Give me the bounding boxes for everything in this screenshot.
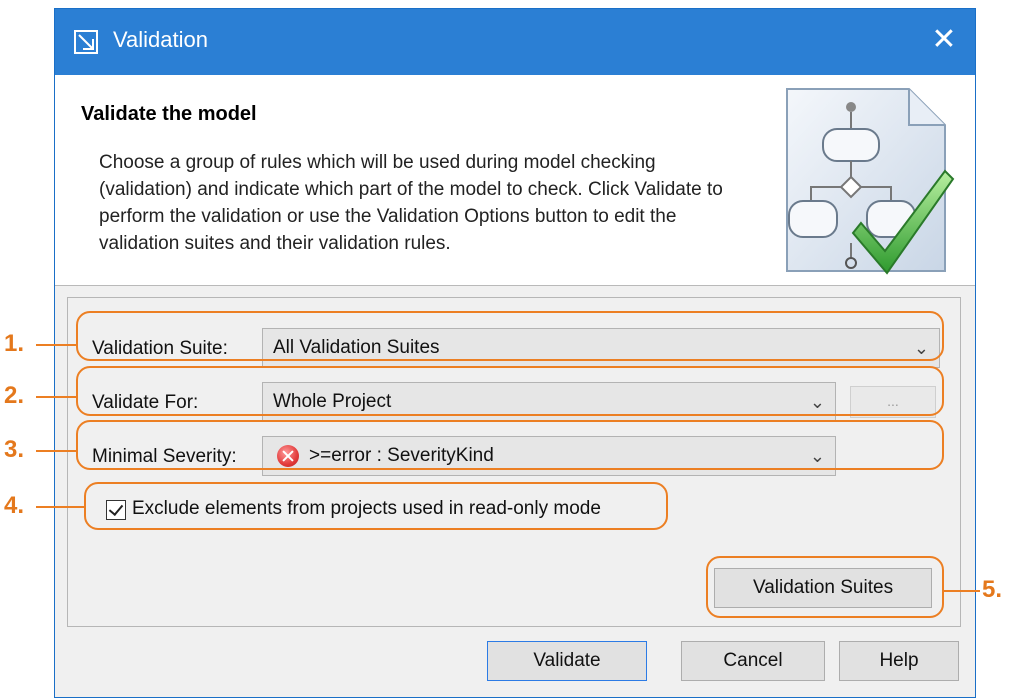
title-bar: Validation ✕	[55, 9, 975, 75]
callout-label-3: 3.	[4, 436, 25, 463]
help-button[interactable]: Help	[839, 641, 959, 681]
close-icon[interactable]: ✕	[927, 23, 961, 57]
callout-box-5	[706, 556, 944, 618]
callout-line-2	[36, 396, 76, 398]
callout-line-5	[944, 590, 980, 592]
callout-box-1	[76, 311, 944, 361]
cancel-button[interactable]: Cancel	[681, 641, 825, 681]
callout-box-2	[76, 366, 944, 416]
callout-label-2: 2.	[4, 382, 25, 409]
callout-box-3	[76, 420, 944, 470]
header-panel: Validate the model Choose a group of rul…	[55, 75, 975, 286]
callout-label-5: 5.	[982, 576, 1003, 603]
callout-label-1: 1.	[4, 330, 25, 357]
callout-box-4	[84, 482, 668, 530]
callout-line-3	[36, 450, 76, 452]
validate-button[interactable]: Validate	[487, 641, 647, 681]
header-title: Validate the model	[81, 103, 257, 125]
validation-window-icon	[74, 30, 98, 54]
activity-diagram-checkmark-icon	[786, 88, 955, 275]
callout-line-1	[36, 344, 76, 346]
callout-line-4	[36, 506, 84, 508]
callout-label-4: 4.	[4, 492, 25, 519]
header-description: Choose a group of rules which will be us…	[99, 152, 723, 254]
window-title: Validation	[113, 27, 208, 52]
